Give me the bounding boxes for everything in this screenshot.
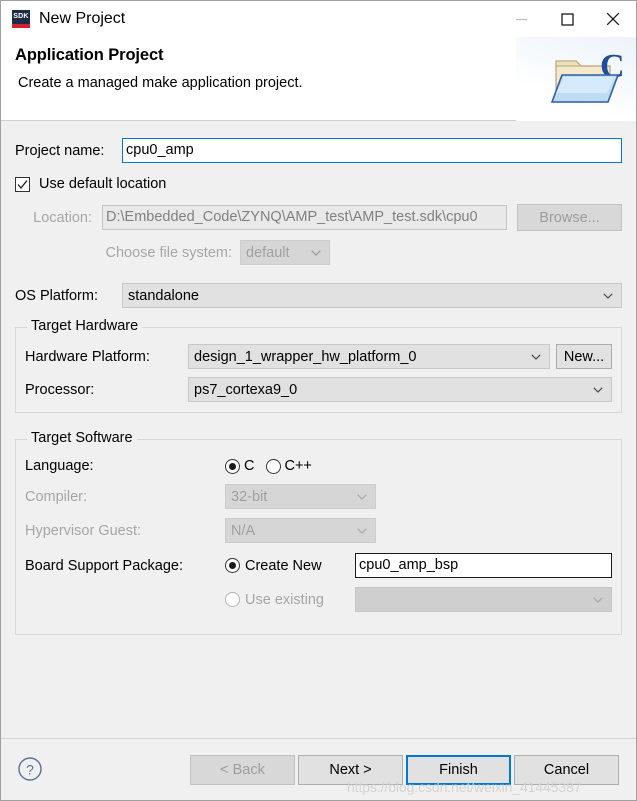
hardware-platform-label: Hardware Platform:: [25, 348, 150, 365]
target-hardware-title: Target Hardware: [27, 318, 143, 334]
processor-select[interactable]: ps7_cortexa9_0: [188, 377, 612, 402]
chevron-down-icon: [311, 249, 321, 256]
footer-buttons: < Back Next > Finish Cancel: [190, 755, 619, 785]
os-platform-row: OS Platform: standalone: [15, 283, 622, 308]
bsp-use-existing-row: Use existing: [25, 587, 612, 612]
close-icon: [606, 12, 620, 26]
header-description: Create a managed make application projec…: [18, 75, 303, 91]
header-title: Application Project: [15, 46, 164, 64]
chevron-down-icon: [531, 353, 541, 360]
minimize-icon: [515, 18, 527, 20]
bsp-create-new-radio[interactable]: [225, 558, 240, 573]
project-name-row: Project name: cpu0_amp: [15, 138, 622, 163]
os-platform-select[interactable]: standalone: [122, 283, 622, 308]
new-project-dialog: SDK New Project Application Project Crea…: [0, 0, 637, 801]
processor-value: ps7_cortexa9_0: [194, 381, 298, 398]
target-hardware-group: Target Hardware Hardware Platform: desig…: [15, 318, 622, 413]
file-system-value: default: [246, 244, 290, 261]
language-label: Language:: [25, 458, 94, 474]
window-controls: [498, 1, 636, 37]
c-project-folder-icon: C: [550, 48, 625, 103]
use-default-location-label: Use default location: [39, 176, 167, 192]
project-name-label: Project name:: [15, 142, 105, 159]
language-option-cpp-label: C++: [284, 458, 312, 474]
os-platform-label: OS Platform:: [15, 287, 98, 304]
language-radio-cpp[interactable]: [266, 458, 282, 474]
help-button[interactable]: ?: [17, 756, 43, 786]
bsp-use-existing-radio: [225, 592, 240, 607]
bsp-create-new-row: Board Support Package: Create New cpu0_a…: [25, 553, 612, 578]
chevron-down-icon: [357, 493, 367, 500]
language-radio-c[interactable]: [225, 458, 240, 474]
window-title: New Project: [39, 10, 126, 27]
use-default-location-checkbox[interactable]: [15, 176, 30, 192]
file-system-select: default: [240, 240, 330, 265]
bsp-create-new-label: Create New: [245, 557, 322, 574]
browse-button: Browse...: [517, 204, 622, 231]
maximize-icon: [560, 12, 574, 26]
target-software-group: Target Software Language: C C++ Compiler…: [15, 430, 622, 635]
minimize-button[interactable]: [498, 1, 544, 37]
file-system-row: Choose file system: default: [15, 240, 622, 265]
hypervisor-guest-select: N/A: [225, 518, 376, 543]
chevron-down-icon: [593, 386, 603, 393]
processor-label: Processor:: [25, 381, 95, 398]
sdk-app-icon: SDK: [12, 10, 30, 28]
new-hardware-platform-button[interactable]: New...: [556, 344, 612, 369]
use-default-location-row[interactable]: Use default location: [15, 176, 622, 192]
language-row: Language: C C++: [25, 458, 612, 474]
bsp-name-input[interactable]: cpu0_amp_bsp: [355, 553, 612, 578]
hypervisor-guest-value: N/A: [231, 522, 256, 539]
language-option-c-label: C: [244, 458, 255, 474]
back-button: < Back: [190, 755, 295, 785]
hypervisor-guest-label: Hypervisor Guest:: [25, 522, 142, 539]
location-input: D:\Embedded_Code\ZYNQ\AMP_test\AMP_test.…: [102, 205, 507, 230]
chevron-down-icon: [593, 596, 603, 603]
maximize-button[interactable]: [544, 1, 590, 37]
checkmark-icon: [17, 179, 28, 189]
next-button[interactable]: Next >: [298, 755, 403, 785]
compiler-value: 32-bit: [231, 488, 268, 505]
title-bar: SDK New Project: [1, 1, 636, 37]
location-label: Location:: [33, 209, 92, 226]
finish-button[interactable]: Finish: [406, 755, 511, 785]
sdk-app-icon-label: SDK: [13, 13, 29, 20]
bsp-existing-select: [355, 587, 612, 612]
dialog-content: Project name: cpu0_amp Use default locat…: [1, 121, 636, 738]
compiler-label: Compiler:: [25, 488, 88, 505]
compiler-row: Compiler: 32-bit: [25, 484, 612, 509]
bsp-use-existing-label: Use existing: [245, 591, 324, 608]
target-software-title: Target Software: [27, 430, 137, 446]
svg-text:?: ?: [26, 762, 34, 778]
compiler-select: 32-bit: [225, 484, 376, 509]
processor-row: Processor: ps7_cortexa9_0: [25, 377, 612, 402]
location-row: Location: D:\Embedded_Code\ZYNQ\AMP_test…: [15, 204, 622, 231]
help-icon: ?: [18, 757, 42, 781]
hardware-platform-select[interactable]: design_1_wrapper_hw_platform_0: [188, 344, 550, 369]
cancel-button[interactable]: Cancel: [514, 755, 619, 785]
hardware-platform-row: Hardware Platform: design_1_wrapper_hw_p…: [25, 344, 612, 369]
dialog-footer: ? < Back Next > Finish Cancel: [1, 738, 636, 800]
os-platform-value: standalone: [128, 287, 199, 304]
file-system-label: Choose file system:: [105, 244, 232, 261]
project-name-input[interactable]: cpu0_amp: [122, 138, 622, 163]
board-support-package-label: Board Support Package:: [25, 557, 183, 574]
hardware-platform-value: design_1_wrapper_hw_platform_0: [194, 348, 417, 365]
close-button[interactable]: [590, 1, 636, 37]
chevron-down-icon: [603, 292, 613, 299]
hypervisor-guest-row: Hypervisor Guest: N/A: [25, 518, 612, 543]
chevron-down-icon: [357, 527, 367, 534]
dialog-header: Application Project Create a managed mak…: [1, 37, 636, 121]
